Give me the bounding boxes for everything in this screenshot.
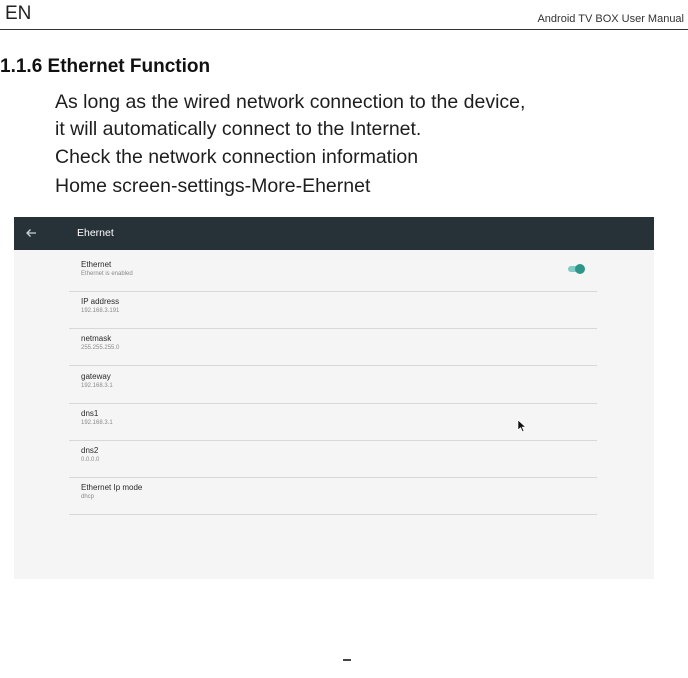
row-title: dns2 <box>81 446 99 455</box>
ethernet-toggle-row[interactable]: Ethernet Ethernet is enabled <box>69 254 597 292</box>
settings-title: Ehernet <box>77 227 114 239</box>
paragraph-line: As long as the wired network connection … <box>55 91 526 113</box>
row-title: netmask <box>81 334 112 343</box>
row-title: IP address <box>81 297 120 306</box>
row-value: 0.0.0.0 <box>81 457 100 463</box>
page-number-mark <box>343 659 351 661</box>
netmask-row[interactable]: netmask 255.255.255.0 <box>69 328 597 366</box>
row-title: gateway <box>81 372 111 381</box>
paragraph-line: it will automatically connect to the Int… <box>55 118 422 140</box>
gateway-row[interactable]: gateway 192.168.3.1 <box>69 366 597 404</box>
row-value: 192.168.3.1 <box>81 383 113 389</box>
ethernet-toggle[interactable] <box>566 263 586 275</box>
header-divider <box>0 29 688 30</box>
row-value: 255.255.255.0 <box>81 345 120 351</box>
section-heading: 1.1.6 Ethernet Function <box>0 56 211 77</box>
settings-topbar: Ehernet <box>14 217 654 250</box>
mouse-pointer-icon <box>517 419 527 433</box>
ethernet-settings-screenshot: Ehernet Ethernet Ethernet is enabled IP … <box>14 217 654 579</box>
row-value: 192.168.3.191 <box>81 308 120 314</box>
arrow-left-icon <box>26 229 36 237</box>
paragraph-line: Home screen-settings-More-Ehernet <box>55 175 371 197</box>
language-label: EN <box>5 3 32 24</box>
toggle-thumb <box>575 264 585 274</box>
row-title: Ethernet Ip mode <box>81 483 143 492</box>
dns2-row[interactable]: dns2 0.0.0.0 <box>69 440 597 478</box>
back-button[interactable] <box>24 226 38 240</box>
row-value: Ethernet is enabled <box>81 271 133 277</box>
paragraph-line: Check the network connection information <box>55 146 419 168</box>
ip-address-row[interactable]: IP address 192.168.3.191 <box>69 291 597 329</box>
row-title: dns1 <box>81 409 99 418</box>
row-title: Ethernet <box>81 260 112 269</box>
manual-title: Android TV BOX User Manual <box>537 13 684 25</box>
row-value: dhcp <box>81 494 95 500</box>
ethernet-ip-mode-row[interactable]: Ethernet Ip mode dhcp <box>69 477 597 515</box>
row-value: 192.168.3.1 <box>81 420 113 426</box>
